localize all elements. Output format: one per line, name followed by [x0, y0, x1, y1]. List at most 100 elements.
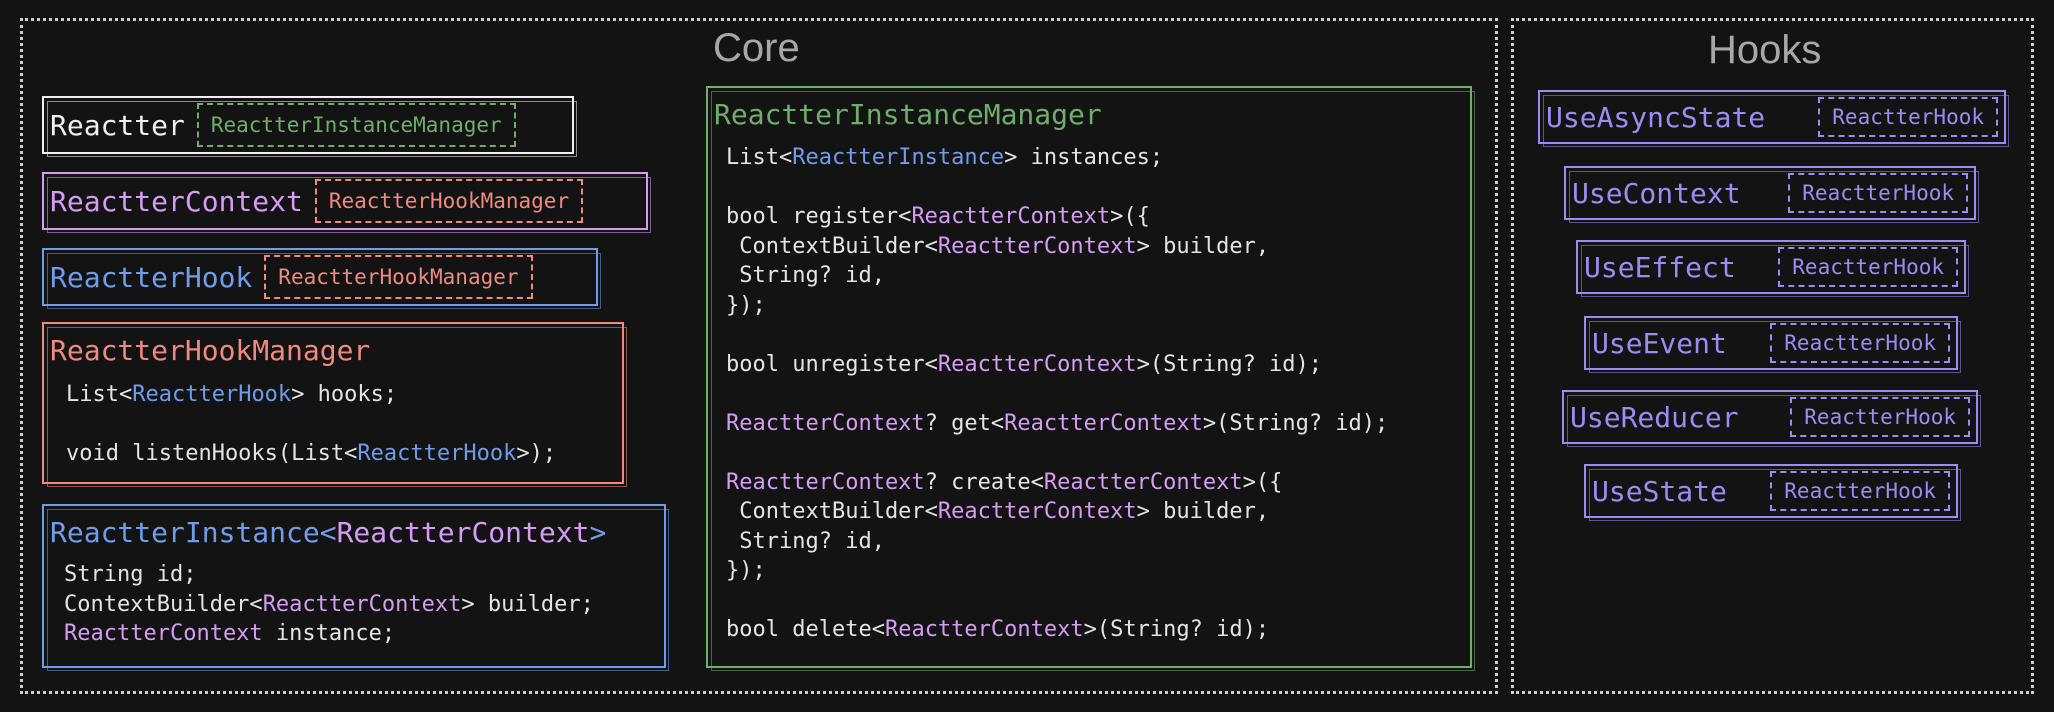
- hooks-section-title: Hooks: [1708, 28, 1822, 72]
- class-title-main: ReactterInstance<: [50, 516, 337, 549]
- code-text: >(String? id);: [1136, 351, 1323, 377]
- code-text: bool register<: [726, 204, 912, 229]
- code-text: String id;: [64, 562, 197, 587]
- code-line: void listenHooks(List<ReactterHook>);: [66, 439, 556, 469]
- class-title-close: >: [589, 516, 607, 549]
- hook-name: UseContext: [1572, 176, 1741, 210]
- type-reference: ReactterContext: [726, 410, 925, 436]
- code-text: bool unregister<: [726, 351, 938, 377]
- code-text: bool delete<: [726, 617, 885, 642]
- hook-class-box-useevent: UseEvent ReactterHook: [1584, 316, 1961, 373]
- code-line: String? id,: [726, 527, 1388, 557]
- code-line: List<ReactterInstance> instances;: [726, 143, 1388, 173]
- hook-class-box-usestate: UseState ReactterHook: [1584, 464, 1961, 521]
- reactter-class-box: Reactter ReactterInstanceManager: [42, 96, 577, 157]
- mixin-tag: ReactterHookManager: [264, 255, 533, 299]
- code-text: > builder,: [1136, 233, 1270, 259]
- code-line: ContextBuilder<ReactterContext> builder,: [726, 497, 1388, 527]
- class-title-generic: ReactterContext: [336, 516, 590, 549]
- code-text: > hooks;: [291, 382, 398, 407]
- code-line: String? id,: [726, 261, 1388, 291]
- class-title: ReactterInstance<ReactterContext>: [50, 516, 606, 549]
- code-text: ? get<: [924, 410, 1005, 436]
- type-reference: ReactterContext: [262, 591, 462, 617]
- class-name: ReactterHook: [50, 260, 253, 294]
- code-text: >(String? id);: [1083, 617, 1270, 642]
- reactter-context-class-box: ReactterContext ReactterHookManager: [42, 172, 651, 233]
- instance-members: String id; ContextBuilder<ReactterContext…: [64, 560, 594, 649]
- code-text: >);: [516, 441, 557, 466]
- type-reference: ReactterContext: [884, 617, 1084, 642]
- code-text: > builder;: [461, 591, 594, 617]
- code-text: ContextBuilder<: [726, 499, 938, 524]
- hook-class-box-usereducer: UseReducer ReactterHook: [1562, 390, 1981, 447]
- type-reference: ReactterContext: [1043, 469, 1243, 495]
- hook-base-tag: ReactterHook: [1770, 471, 1950, 511]
- type-reference: ReactterContext: [937, 351, 1137, 377]
- class-name: ReactterContext: [50, 184, 303, 218]
- class-title: ReactterHookManager: [50, 334, 371, 367]
- mixin-tag: ReactterHookManager: [314, 179, 584, 223]
- code-line: bool unregister<ReactterContext>(String?…: [726, 350, 1388, 380]
- code-line: ContextBuilder<ReactterContext> builder,: [726, 232, 1388, 262]
- reactter-instance-class-box: ReactterInstance<ReactterContext> String…: [42, 504, 669, 671]
- type-reference: ReactterContext: [937, 233, 1137, 259]
- code-line: ReactterContext instance;: [64, 619, 594, 649]
- code-line: List<ReactterHook> hooks;: [66, 380, 556, 410]
- type-reference: ReactterContext: [1004, 410, 1203, 436]
- hook-class-box-useasyncstate: UseAsyncState ReactterHook: [1538, 90, 2009, 147]
- code-text: String? id,: [726, 528, 885, 554]
- type-reference: ReactterHook: [357, 441, 517, 466]
- reactter-hook-class-box: ReactterHook ReactterHookManager: [42, 248, 601, 309]
- hook-base-tag: ReactterHook: [1778, 247, 1958, 287]
- hook-base-tag: ReactterHook: [1788, 173, 1968, 213]
- hook-name: UseEvent: [1592, 326, 1727, 360]
- code-line: });: [726, 291, 1388, 321]
- type-reference: ReactterInstance: [792, 145, 1005, 170]
- hook-class-box-useeffect: UseEffect ReactterHook: [1576, 240, 1969, 297]
- reactter-instance-manager-class-box: ReactterInstanceManager List<ReactterIns…: [706, 86, 1475, 671]
- code-text: List<: [726, 145, 793, 170]
- type-reference: ReactterHook: [132, 382, 292, 407]
- type-reference: ReactterContext: [911, 204, 1111, 229]
- hook-name: UseEffect: [1584, 250, 1736, 284]
- hook-manager-members: List<ReactterHook> hooks; void listenHoo…: [66, 380, 556, 469]
- code-line: bool delete<ReactterContext>(String? id)…: [726, 615, 1388, 645]
- hook-base-tag: ReactterHook: [1818, 97, 1998, 137]
- code-text: instance;: [262, 621, 396, 646]
- hook-class-box-usecontext: UseContext ReactterHook: [1564, 166, 1979, 223]
- reactter-hook-manager-class-box: ReactterHookManager List<ReactterHook> h…: [42, 322, 627, 487]
- code-text: >({: [1110, 204, 1150, 229]
- core-section-title: Core: [713, 26, 800, 70]
- class-title: ReactterInstanceManager: [714, 98, 1102, 131]
- code-line: bool register<ReactterContext>({: [726, 202, 1388, 232]
- code-text: >({: [1242, 469, 1283, 495]
- code-line: String id;: [64, 560, 594, 590]
- class-name: Reactter: [50, 108, 185, 142]
- code-text: >(String? id);: [1202, 410, 1389, 436]
- code-text: String? id,: [726, 263, 885, 288]
- code-text: });: [726, 558, 766, 583]
- code-text: List<: [66, 382, 133, 407]
- code-line: ReactterContext? get<ReactterContext>(St…: [726, 409, 1388, 439]
- type-reference: ReactterContext: [726, 469, 925, 495]
- code-text: ContextBuilder<: [64, 591, 263, 617]
- code-text: ContextBuilder<: [726, 233, 938, 259]
- code-line: ReactterContext? create<ReactterContext>…: [726, 468, 1388, 498]
- hook-base-tag: ReactterHook: [1790, 397, 1970, 437]
- code-text: ? create<: [924, 469, 1044, 495]
- mixin-tag: ReactterInstanceManager: [196, 103, 516, 147]
- hook-name: UseState: [1592, 474, 1727, 508]
- code-text: > instances;: [1004, 145, 1164, 170]
- hook-name: UseAsyncState: [1546, 100, 1766, 134]
- code-text: });: [726, 292, 766, 318]
- code-line: });: [726, 556, 1388, 586]
- hook-name: UseReducer: [1570, 400, 1739, 434]
- code-line: ContextBuilder<ReactterContext> builder;: [64, 590, 594, 620]
